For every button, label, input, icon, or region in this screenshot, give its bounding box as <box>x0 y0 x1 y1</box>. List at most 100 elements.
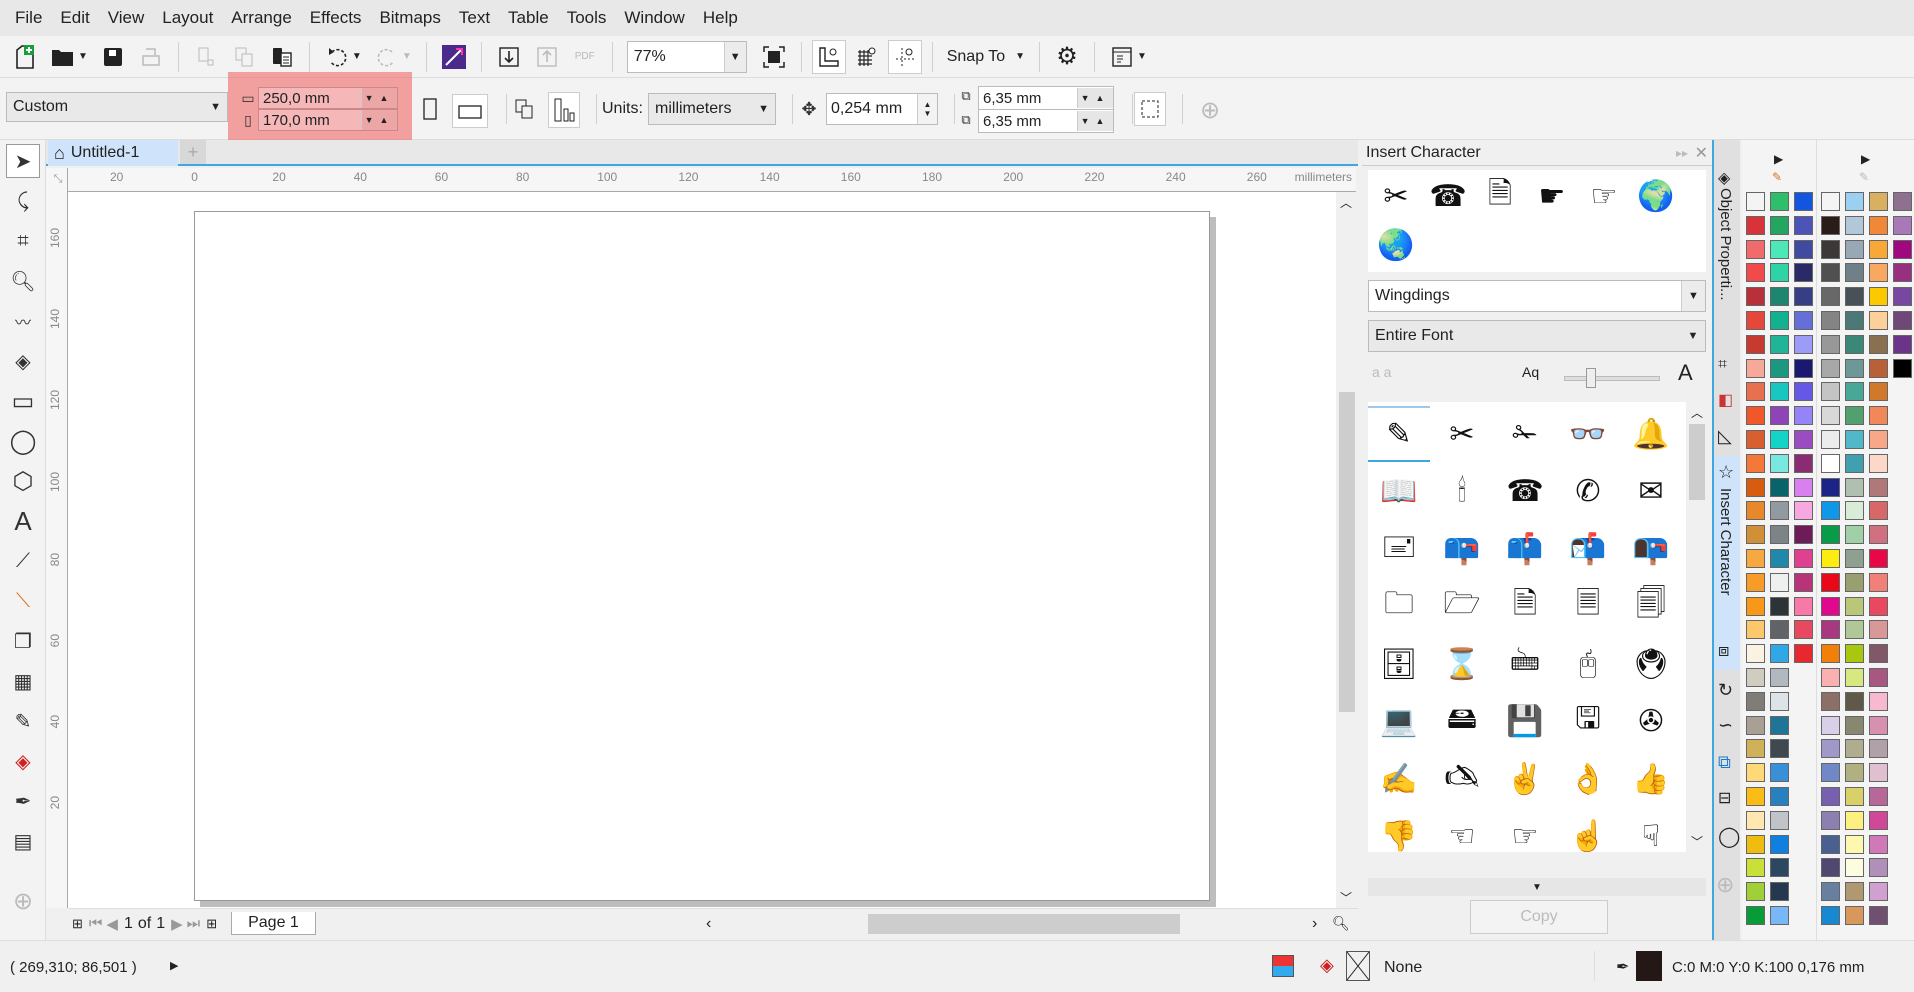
color-swatch[interactable] <box>1746 430 1765 449</box>
page-width-spinner[interactable]: ▼▲ <box>361 88 397 108</box>
character-cell[interactable]: 📭 <box>1620 521 1682 577</box>
color-swatch[interactable] <box>1845 549 1864 568</box>
previous-page-icon[interactable]: ◀ <box>106 915 118 933</box>
character-cell[interactable]: 📪 <box>1431 521 1493 577</box>
color-swatch[interactable] <box>1845 453 1864 473</box>
color-swatch[interactable] <box>1821 549 1840 568</box>
color-swatch[interactable] <box>1845 834 1864 854</box>
color-swatch[interactable] <box>1821 501 1840 521</box>
color-swatch[interactable] <box>1746 882 1765 902</box>
next-page-icon[interactable]: ▶ <box>171 915 183 933</box>
character-cell[interactable]: 🗐 <box>1620 579 1682 635</box>
color-swatch[interactable] <box>1869 215 1888 235</box>
color-swatch[interactable] <box>1794 453 1813 473</box>
color-swatch[interactable] <box>1794 572 1813 592</box>
intersect-tab-icon[interactable]: ⧉ <box>1718 752 1731 773</box>
color-swatch[interactable] <box>1869 239 1888 259</box>
color-swatch[interactable] <box>1821 430 1840 449</box>
polygon-tool-icon[interactable]: ⬡ <box>6 464 40 498</box>
align-distribute-tab-icon[interactable]: ⊟ <box>1718 788 1731 808</box>
color-swatch[interactable] <box>1794 192 1813 211</box>
color-swatch[interactable] <box>1770 239 1789 259</box>
color-swatch[interactable] <box>1869 834 1888 854</box>
menu-table[interactable]: Table <box>499 8 558 28</box>
color-proofing-icon[interactable] <box>1272 955 1294 977</box>
scroll-down-icon[interactable]: ﹀ <box>1691 833 1703 850</box>
color-eyedropper-tool-icon[interactable]: ✎ <box>6 704 40 738</box>
color-swatch[interactable] <box>1770 406 1789 426</box>
color-swatch[interactable] <box>1845 715 1864 735</box>
document-tab[interactable]: ⌂ Untitled-1 <box>48 140 178 166</box>
color-swatch[interactable] <box>1770 525 1789 545</box>
color-swatch[interactable] <box>1869 263 1888 283</box>
color-swatch[interactable] <box>1770 691 1789 711</box>
character-cell[interactable]: 🖎 <box>1431 751 1493 807</box>
character-cell[interactable]: ☞ <box>1494 809 1556 852</box>
color-swatch[interactable] <box>1821 787 1840 806</box>
character-cell[interactable]: ✇ <box>1620 694 1682 750</box>
color-swatch[interactable] <box>1845 382 1864 402</box>
menu-text[interactable]: Text <box>450 8 499 28</box>
no-color-swatch[interactable] <box>1746 192 1765 211</box>
document-page[interactable] <box>194 211 1210 901</box>
color-swatch[interactable] <box>1821 763 1840 783</box>
color-swatch[interactable] <box>1869 906 1888 925</box>
character-cell[interactable]: ✂ <box>1431 406 1493 462</box>
color-swatch[interactable] <box>1893 192 1912 211</box>
character-cell[interactable]: 👍 <box>1620 751 1682 807</box>
zoom-dropdown-icon[interactable]: ▼ <box>723 41 746 72</box>
color-swatch[interactable] <box>1869 192 1888 211</box>
color-swatch[interactable] <box>1821 644 1840 664</box>
color-swatch[interactable] <box>1770 644 1789 664</box>
character-cell[interactable]: 📫 <box>1494 521 1556 577</box>
application-launcher-icon[interactable] <box>1105 40 1139 74</box>
copy-icon[interactable] <box>227 40 261 74</box>
page-height-spinner[interactable]: ▼▲ <box>361 110 397 130</box>
text-tool-icon[interactable]: A <box>6 504 40 538</box>
vertical-ruler[interactable]: 160 140 120 100 80 60 40 20 <box>46 168 68 908</box>
color-swatch[interactable] <box>1746 858 1765 878</box>
color-swatch[interactable] <box>1770 192 1789 211</box>
menu-edit[interactable]: Edit <box>51 8 98 28</box>
color-swatch[interactable] <box>1845 501 1864 521</box>
color-swatch[interactable] <box>1794 358 1813 378</box>
color-swatch[interactable] <box>1821 263 1840 283</box>
color-swatch[interactable] <box>1893 287 1912 307</box>
vertical-scrollbar[interactable]: ︿ ﹀ <box>1336 192 1358 908</box>
color-swatch[interactable] <box>1746 644 1765 664</box>
shaping-tab-icon[interactable]: ◺ <box>1718 426 1732 447</box>
color-swatch[interactable] <box>1821 620 1840 640</box>
color-swatch[interactable] <box>1821 596 1840 616</box>
character-cell[interactable]: 🗏 <box>1557 579 1619 635</box>
color-swatch[interactable] <box>1770 596 1789 616</box>
character-cell[interactable]: 🖃 <box>1368 521 1430 577</box>
new-document-icon[interactable] <box>8 40 42 74</box>
color-swatch[interactable] <box>1821 906 1840 925</box>
color-swatch[interactable] <box>1893 263 1912 283</box>
color-swatch[interactable] <box>1869 311 1888 330</box>
last-page-icon[interactable]: ⏭ <box>187 915 201 932</box>
color-swatch[interactable] <box>1845 668 1864 687</box>
character-cell[interactable]: 🗁 <box>1431 579 1493 635</box>
scroll-right-icon[interactable]: › <box>1312 915 1317 933</box>
character-cell[interactable]: 💻 <box>1368 694 1430 750</box>
color-swatch[interactable] <box>1770 787 1789 806</box>
color-swatch[interactable] <box>1821 311 1840 330</box>
color-swatch[interactable] <box>1746 668 1765 687</box>
character-cell[interactable]: ✆ <box>1557 464 1619 520</box>
color-swatch[interactable] <box>1770 810 1789 830</box>
character-cell[interactable]: 👌 <box>1557 751 1619 807</box>
color-swatch[interactable] <box>1746 715 1765 735</box>
zoom-tool-icon[interactable]: 🔍︎ <box>6 264 40 298</box>
treat-as-filled-icon[interactable] <box>1134 92 1166 126</box>
menu-arrange[interactable]: Arrange <box>222 8 300 28</box>
scroll-up-icon[interactable]: ︿ <box>1340 194 1352 211</box>
color-swatch[interactable] <box>1845 572 1864 592</box>
color-swatch[interactable] <box>1845 858 1864 878</box>
color-swatch[interactable] <box>1821 358 1840 378</box>
color-swatch[interactable] <box>1845 644 1864 664</box>
color-swatch[interactable] <box>1821 477 1840 497</box>
color-swatch[interactable] <box>1770 858 1789 878</box>
copy-button[interactable]: Copy <box>1470 900 1608 934</box>
export-icon[interactable] <box>530 40 564 74</box>
